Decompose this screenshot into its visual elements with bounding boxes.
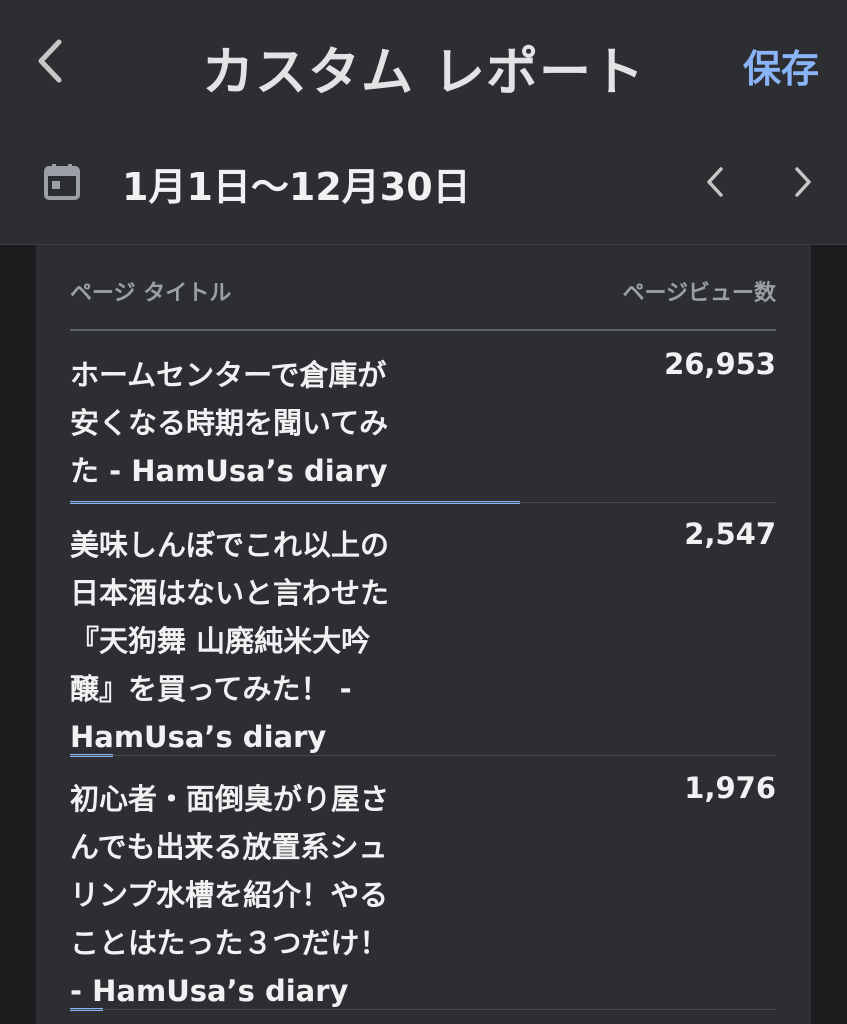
table-row[interactable]: ホームセンターで倉庫が 安くなる時期を聞いてみ た - HamUsa’s dia… — [70, 347, 776, 504]
row-divider — [70, 755, 776, 756]
date-range-row: 1月1日〜12月30日 — [0, 150, 847, 216]
table-row[interactable]: 初心者・面倒臭がり屋さ んでも出来る放置系シュ リンプ水槽を紹介！やる ことはた… — [70, 771, 776, 1011]
column-header-pageviews[interactable]: ページビュー数 — [622, 275, 776, 307]
chevron-left-icon — [707, 167, 723, 197]
date-range-label[interactable]: 1月1日〜12月30日 — [122, 156, 471, 211]
row-pageviews: 1,976 — [684, 771, 776, 805]
right-gutter — [811, 245, 847, 1024]
left-gutter — [0, 245, 36, 1024]
next-range-button[interactable] — [785, 164, 821, 200]
row-page-title: 初心者・面倒臭がり屋さ んでも出来る放置系シュ リンプ水槽を紹介！やる ことはた… — [70, 782, 390, 1008]
app-root: カスタム レポート 保存 1月1日〜12月30日 ページ タイトル ページビュー… — [0, 0, 847, 1024]
header-divider — [70, 329, 776, 331]
page-title: カスタム レポート — [201, 43, 646, 103]
save-button[interactable]: 保存 — [743, 38, 819, 93]
row-page-title: 美味しんぼでこれ以上の 日本酒はないと言わせた 『天狗舞 山廃純米大吟 醸』を買… — [70, 528, 390, 754]
column-header-page-title[interactable]: ページ タイトル — [70, 275, 231, 307]
row-divider — [70, 502, 776, 503]
top-bar: カスタム レポート 保存 1月1日〜12月30日 — [0, 0, 847, 245]
row-page-title: ホームセンターで倉庫が 安くなる時期を聞いてみ た - HamUsa’s dia… — [70, 358, 389, 488]
report-table-card: ページ タイトル ページビュー数 ホームセンターで倉庫が 安くなる時期を聞いてみ… — [36, 245, 811, 1024]
table-row[interactable]: 美味しんぼでこれ以上の 日本酒はないと言わせた 『天狗舞 山廃純米大吟 醸』を買… — [70, 517, 776, 757]
row-pageviews: 26,953 — [664, 347, 776, 381]
calendar-icon — [44, 164, 80, 200]
row-pageviews: 2,547 — [684, 517, 776, 551]
prev-range-button[interactable] — [697, 164, 733, 200]
chevron-right-icon — [795, 167, 811, 197]
row-divider — [70, 1009, 776, 1010]
